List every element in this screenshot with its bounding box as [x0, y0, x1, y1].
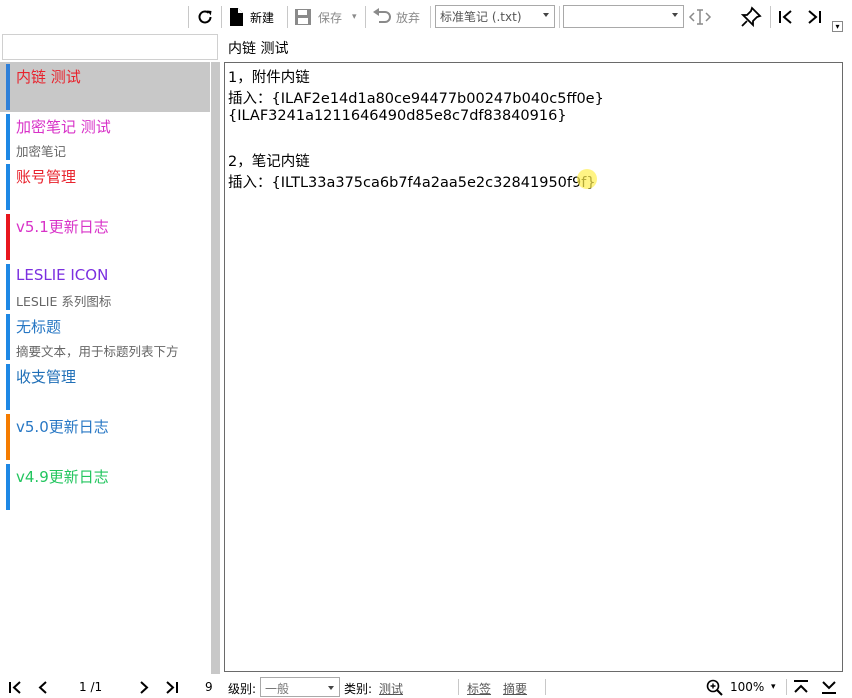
note-color-bar	[6, 314, 10, 360]
list-search-input[interactable]	[2, 34, 218, 60]
toolbar-separator	[559, 6, 560, 28]
save-dropdown-icon[interactable]: ▾	[352, 12, 357, 22]
toolbar-separator	[188, 6, 189, 28]
note-title: 内链 测试	[228, 41, 289, 57]
zoom-icon[interactable]	[706, 679, 723, 696]
status-bar: 1 /1 9 级别: 一般 类别: 测试 标签 摘要 100% ▾	[0, 676, 852, 698]
note-color-bar	[6, 264, 10, 310]
level-select[interactable]: 一般	[260, 677, 340, 697]
toolbar-separator	[221, 6, 222, 28]
note-list-item[interactable]: 账号管理	[0, 162, 210, 212]
text-cursor-highlight	[577, 169, 597, 189]
save-icon	[295, 9, 311, 25]
note-list-item-subtitle: 加密笔记	[16, 144, 67, 159]
scroll-bottom-icon[interactable]	[821, 680, 837, 694]
new-label: 新建	[250, 10, 275, 25]
new-button[interactable]: 新建	[228, 5, 274, 29]
toolbar: 新建 保存 ▾ 放弃 标准笔记 (.txt) ▾	[0, 0, 852, 33]
prev-page-icon[interactable]	[38, 681, 48, 694]
scroll-top-icon[interactable]	[793, 680, 809, 694]
zoom-level: 100%	[730, 680, 765, 694]
note-color-bar	[6, 214, 10, 260]
pin-button[interactable]	[740, 5, 762, 29]
note-list-item-title: 账号管理	[16, 168, 77, 186]
discard-button[interactable]: 放弃	[372, 5, 420, 29]
note-color-bar	[6, 64, 10, 110]
toolbar-separator	[365, 6, 366, 28]
chevron-down-icon	[328, 686, 334, 690]
format-select[interactable]: 标准笔记 (.txt)	[435, 5, 555, 28]
category-link[interactable]: 测试	[379, 680, 403, 697]
text-cursor-button[interactable]	[688, 5, 712, 29]
note-list-item[interactable]: v4.9更新日志	[0, 462, 210, 512]
format-select-value: 标准笔记 (.txt)	[440, 10, 522, 24]
list-scrollbar[interactable]	[211, 62, 220, 674]
overflow-menu-icon[interactable]: ▾	[832, 21, 843, 32]
note-list-item-subtitle: LESLIE 系列图标	[16, 294, 112, 309]
status-separator	[786, 679, 787, 695]
note-list-item[interactable]: 内链 测试	[0, 62, 210, 112]
note-list: 内链 测试 加密笔记 测试 加密笔记 账号管理 v5.1更新日志 LESLIE ICON L…	[0, 62, 210, 674]
note-list-item-title: 收支管理	[16, 368, 77, 386]
note-color-bar	[6, 414, 10, 460]
note-list-item-title: 无标题	[16, 318, 62, 336]
note-editor[interactable]: 1，附件内链插入：{ILAF2e14d1a80ce94477b00247b040…	[224, 62, 843, 672]
note-color-bar	[6, 114, 10, 160]
first-page-icon[interactable]	[8, 681, 22, 694]
pin-icon	[740, 6, 762, 28]
note-list-item-subtitle: 摘要文本，用于标题列表下方	[16, 344, 179, 359]
page-indicator: 1 /1	[79, 680, 103, 694]
toolbar-separator	[770, 6, 771, 28]
editor-line: 插入：{ILTL33a375ca6b7f4a2aa5e2c32841950f9f…	[228, 175, 596, 191]
toolbar-separator	[287, 6, 288, 28]
note-list-item-title: LESLIE ICON	[16, 266, 109, 284]
note-list-item-title: v5.0更新日志	[16, 418, 109, 436]
editor-line: 插入：{ILAF2e14d1a80ce94477b00247b040c5ff0e…	[228, 91, 604, 107]
status-separator	[458, 679, 459, 695]
zoom-dropdown-icon[interactable]: ▾	[771, 682, 776, 692]
text-cursor-icon	[688, 9, 712, 25]
refresh-icon	[198, 10, 212, 24]
save-label: 保存	[318, 10, 343, 25]
level-label: 级别:	[228, 682, 257, 696]
last-page-icon[interactable]	[165, 681, 179, 694]
save-button[interactable]: 保存 ▾	[294, 5, 357, 29]
category-label: 类别:	[344, 682, 373, 696]
note-list-item[interactable]: 加密笔记 测试 加密笔记	[0, 112, 210, 162]
last-icon	[808, 10, 821, 24]
editor-line: 1，附件内链	[228, 70, 310, 86]
new-file-icon	[230, 8, 243, 26]
editor-line: {ILAF3241a1211646490d85e8c7df83840916}	[228, 108, 567, 124]
note-color-bar	[6, 364, 10, 410]
note-list-item[interactable]: v5.1更新日志	[0, 212, 210, 262]
note-list-item-title: 内链 测试	[16, 68, 81, 86]
note-list-item[interactable]: 收支管理	[0, 362, 210, 412]
status-separator	[545, 679, 546, 695]
undo-icon	[373, 8, 391, 23]
note-list-item-title: v4.9更新日志	[16, 468, 109, 486]
refresh-button[interactable]	[195, 5, 215, 29]
note-count: 9	[205, 680, 213, 694]
note-color-bar	[6, 164, 10, 210]
level-select-value: 一般	[265, 682, 290, 696]
discard-label: 放弃	[396, 10, 421, 25]
next-page-icon[interactable]	[139, 681, 149, 694]
toolbar-separator	[430, 6, 431, 28]
note-list-item[interactable]: LESLIE ICON LESLIE 系列图标	[0, 262, 210, 312]
note-list-item[interactable]: v5.0更新日志	[0, 412, 210, 462]
secondary-select[interactable]	[563, 5, 684, 28]
editor-line: 2，笔记内链	[228, 154, 310, 170]
chevron-down-icon	[543, 13, 549, 17]
summary-link[interactable]: 摘要	[503, 680, 527, 697]
last-note-button[interactable]	[805, 5, 823, 29]
tags-link[interactable]: 标签	[467, 680, 491, 697]
chevron-down-icon	[672, 13, 678, 17]
first-note-button[interactable]	[777, 5, 795, 29]
note-list-item-title: 加密笔记 测试	[16, 118, 111, 136]
note-list-item[interactable]: 无标题摘要文本，用于标题列表下方	[0, 312, 210, 362]
note-color-bar	[6, 464, 10, 510]
first-icon	[779, 10, 792, 24]
note-list-item-title: v5.1更新日志	[16, 218, 109, 236]
